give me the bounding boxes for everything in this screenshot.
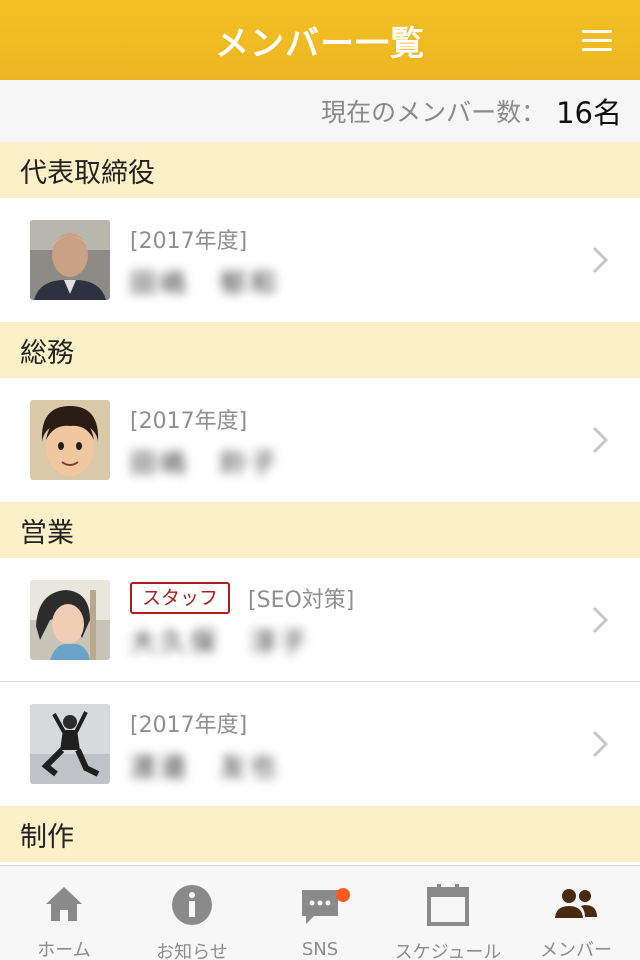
member-name: 田嶋 鈴子 (130, 448, 281, 479)
member-row[interactable]: [2017年度] 田嶋 鈴子 (0, 378, 640, 502)
notification-dot (336, 888, 350, 902)
hamburger-menu-icon[interactable] (582, 30, 614, 52)
member-list: 代表取締役 [2017年度] 田嶋 郁和 総務 [2017年度] 田嶋 鈴子 営… (0, 142, 640, 865)
home-icon (42, 884, 86, 924)
tab-label: スケジュール (394, 942, 502, 960)
tab-bar: ホーム お知らせ SNS スケジュール メンバー (0, 865, 640, 960)
members-icon (554, 884, 598, 924)
section-header: 制作 (0, 806, 640, 862)
chevron-right-icon (592, 246, 609, 274)
page-title: メンバー一覧 (215, 23, 425, 64)
avatar (30, 579, 110, 660)
tab-schedule[interactable]: スケジュール (384, 866, 512, 960)
section-header: 代表取締役 (0, 142, 640, 198)
tab-label: メンバー (540, 940, 612, 960)
member-year: [SEO対策] (248, 588, 355, 613)
member-row[interactable]: スタッフ [SEO対策] 大久保 淳子 (0, 558, 640, 682)
member-count-value: 16名 (556, 96, 622, 130)
chevron-right-icon (592, 426, 609, 454)
member-row[interactable]: [2017年度] 渡邊 友也 (0, 682, 640, 806)
member-name: 大久保 淳子 (130, 628, 311, 658)
section-header: 営業 (0, 502, 640, 558)
member-year: [2017年度] (130, 228, 248, 254)
avatar (30, 400, 110, 480)
chat-icon (298, 884, 342, 927)
app-header: メンバー一覧 (0, 0, 640, 80)
tab-label: ホーム (37, 940, 91, 960)
tab-label: SNS (301, 939, 339, 960)
member-count-label: 現在のメンバー数： (321, 98, 547, 127)
chevron-right-icon (592, 606, 609, 634)
avatar (30, 704, 110, 784)
member-count-bar: 現在のメンバー数： 16名 (0, 80, 640, 142)
chevron-right-icon (592, 730, 609, 758)
tab-label: お知らせ (156, 942, 228, 960)
member-row[interactable]: [2017年度] 田嶋 郁和 (0, 198, 640, 322)
info-icon (170, 884, 214, 926)
tab-members[interactable]: メンバー (512, 866, 640, 960)
member-name: 田嶋 郁和 (130, 268, 281, 299)
member-year: [2017年度] (130, 408, 248, 434)
calendar-icon (426, 884, 470, 926)
tab-sns[interactable]: SNS (256, 866, 384, 960)
member-year: [2017年度] (130, 712, 248, 738)
section-header: 総務 (0, 322, 640, 378)
member-name: 渡邊 友也 (130, 752, 281, 783)
tab-home[interactable]: ホーム (0, 866, 128, 960)
tab-news[interactable]: お知らせ (128, 866, 256, 960)
staff-badge: スタッフ (130, 582, 231, 614)
avatar (30, 220, 110, 300)
